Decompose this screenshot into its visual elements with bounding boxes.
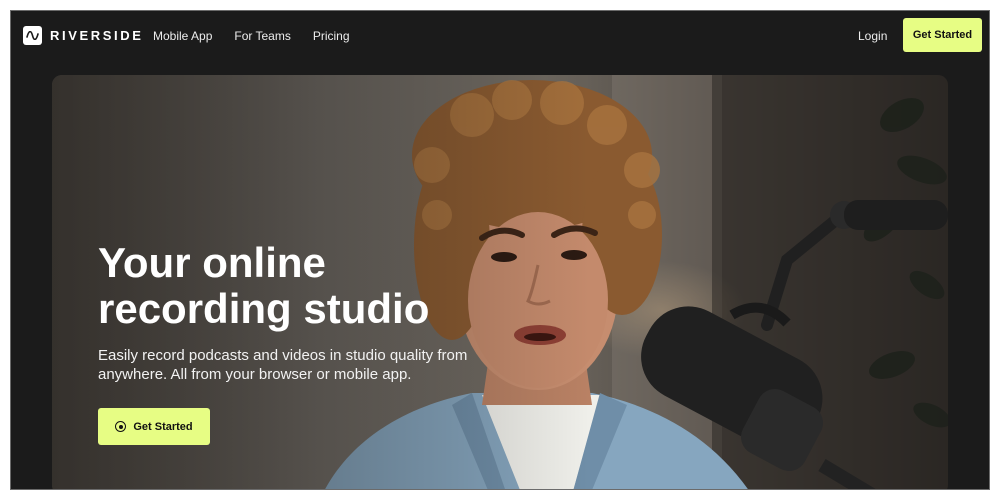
- nav-links: Mobile App For Teams Pricing: [153, 29, 350, 43]
- login-link[interactable]: Login: [858, 29, 887, 43]
- get-started-hero-label: Get Started: [133, 420, 193, 433]
- get-started-nav-button[interactable]: Get Started: [903, 18, 982, 52]
- hero-subtitle: Easily record podcasts and videos in stu…: [98, 347, 468, 383]
- hero-section: Your online recording studio Easily reco…: [52, 75, 948, 489]
- top-navigation: RIVERSIDE Mobile App For Teams Pricing L…: [11, 11, 989, 61]
- hero-title: Your online recording studio: [98, 239, 430, 332]
- wave-icon: [23, 26, 42, 45]
- nav-link-pricing[interactable]: Pricing: [313, 29, 350, 43]
- logo[interactable]: RIVERSIDE: [23, 26, 143, 45]
- browser-frame: RIVERSIDE Mobile App For Teams Pricing L…: [10, 10, 990, 490]
- nav-link-mobile-app[interactable]: Mobile App: [153, 29, 212, 43]
- get-started-hero-button[interactable]: Get Started: [98, 408, 210, 445]
- brand-name: RIVERSIDE: [50, 28, 144, 43]
- nav-link-for-teams[interactable]: For Teams: [234, 29, 290, 43]
- record-icon: [115, 421, 127, 432]
